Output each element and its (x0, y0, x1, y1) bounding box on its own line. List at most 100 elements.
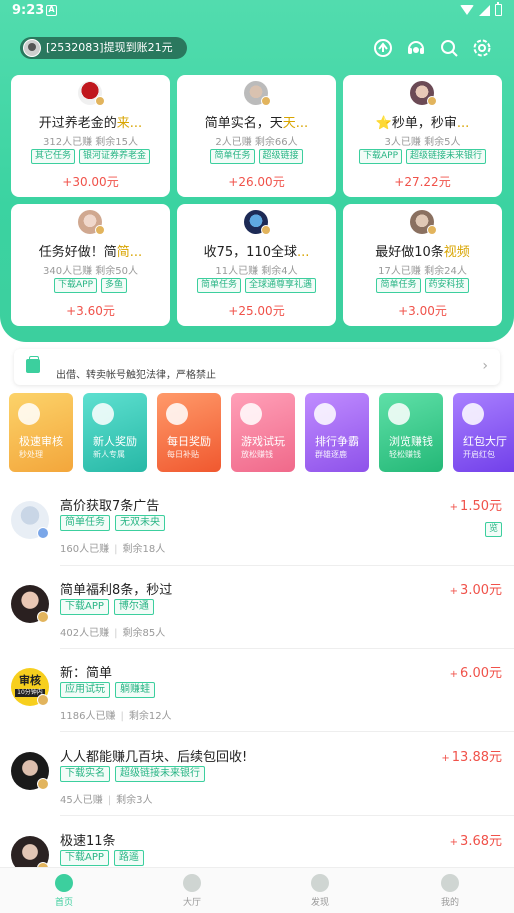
category-sub: 秒处理 (19, 450, 43, 459)
verified-badge-icon (37, 611, 49, 623)
category-sub: 群雄逐鹿 (315, 450, 347, 459)
customer-service-icon[interactable] (405, 37, 426, 58)
search-icon[interactable] (438, 37, 459, 58)
task-title: ⭐秒单，秒审... (375, 116, 470, 131)
task-tag: 超级链接未来银行 (406, 149, 487, 164)
task-tag: 多鱼 (101, 278, 128, 293)
task-meta: 160人已赚 | 剩余18人 (60, 544, 166, 555)
chevron-right-icon: › (482, 358, 488, 374)
task-meta: 45人已赚 | 剩余3人 (60, 795, 153, 806)
task-tags: 下载APP 路遥 (60, 850, 144, 866)
featured-task-card[interactable]: 开过养老金的来... 312人已赚 剩余15人 其它任务 银河证券养老金 +30… (11, 75, 170, 197)
category-ranking[interactable]: 排行争霸 群雄逐鹿 (305, 393, 369, 472)
task-price: +13.88元 (441, 750, 502, 765)
withdraw-ticker[interactable]: [2532083]提现到账21元 (20, 37, 187, 59)
task-tag: 超级链接未来银行 (115, 766, 205, 782)
task-tag: 银河证券养老金 (79, 149, 151, 164)
task-tag: 下载APP (358, 149, 402, 164)
category-sub: 每日补贴 (167, 450, 199, 459)
task-tag: 简单任务 (376, 278, 421, 293)
featured-task-card[interactable]: ⭐秒单，秒审... 3人已赚 剩余5人 下载APP 超级链接未来银行 +27.2… (343, 75, 502, 197)
divider (60, 648, 514, 649)
nav-home[interactable]: 首页 (34, 874, 94, 908)
category-label: 游戏试玩 (241, 435, 285, 448)
task-tag: 其它任务 (30, 149, 75, 164)
system-indicators (460, 2, 502, 16)
task-tags: 简单任务 药安科技 (343, 278, 502, 293)
category-label: 新人奖励 (93, 435, 137, 448)
notification-icon: A (46, 5, 57, 16)
task-tags: 下载APP 博尔通 (60, 599, 154, 615)
list-item[interactable]: 审核 10分钟内 新：简单 应用试玩 躺赚蛙 1186人已赚 | 剩余12人 +6.… (0, 662, 514, 722)
task-tag: 博尔通 (113, 599, 154, 615)
nav-label: 发现 (310, 898, 329, 908)
category-fast-review[interactable]: 极速审核 秒处理 (9, 393, 73, 472)
task-tag: 下载APP (53, 278, 97, 293)
settings-icon[interactable] (471, 37, 492, 58)
list-item[interactable]: 极速11条 下载APP 路遥 +3.68元 (0, 830, 514, 867)
screen: { "status_bar": { "time": "9:23", "notif… (0, 0, 514, 913)
category-newbie-reward[interactable]: 新人奖励 新人专属 (83, 393, 147, 472)
featured-task-card[interactable]: 任务好做！简简... 340人已赚 剩余50人 下载APP 多鱼 +3.60元 (11, 204, 170, 326)
trophy-icon (314, 403, 336, 425)
task-price: +25.00元 (228, 304, 285, 318)
nav-profile[interactable]: 我的 (420, 874, 480, 908)
task-tag: 下载实名 (60, 766, 110, 782)
list-item[interactable]: 人人都能赚几百块、后续包回收! 下载实名 超级链接未来银行 45人已赚 | 剩余3人… (0, 746, 514, 806)
task-title: 最好做10条视频 (375, 245, 470, 260)
notice-bar[interactable]: 出借、转卖帐号触犯法律，严格禁止 › (14, 349, 500, 385)
battery-icon (495, 2, 502, 16)
gift-icon (462, 403, 484, 425)
category-daily-reward[interactable]: 每日奖励 每日补贴 (157, 393, 221, 472)
task-price: +3.60元 (66, 304, 115, 318)
task-price: +30.00元 (62, 175, 119, 189)
featured-task-card[interactable]: 最好做10条视频 17人已赚 剩余24人 简单任务 药安科技 +3.00元 (343, 204, 502, 326)
category-game-trial[interactable]: 游戏试玩 放松赚钱 (231, 393, 295, 472)
task-title: 简单福利8条，秒过 (60, 583, 173, 598)
nav-label: 大厅 (182, 898, 201, 908)
share-icon[interactable] (372, 37, 393, 58)
divider (60, 731, 514, 732)
task-tag: 药安科技 (424, 278, 469, 293)
category-label: 浏览赚钱 (389, 435, 433, 448)
task-meta: 340人已赚 剩余50人 (42, 266, 138, 277)
wifi-icon (460, 5, 474, 15)
task-meta: 3人已赚 剩余5人 (384, 137, 461, 148)
task-meta: 402人已赚 | 剩余85人 (60, 628, 166, 639)
hall-icon (183, 874, 201, 892)
category-label: 红包大厅 (463, 435, 507, 448)
task-price: +3.00元 (449, 583, 502, 598)
task-meta: 312人已赚 剩余15人 (42, 137, 138, 148)
category-sub: 放松赚钱 (241, 450, 273, 459)
piggy-bank-icon (388, 403, 410, 425)
list-item[interactable]: 高价获取7条广告 简单任务 无双未央 160人已赚 | 剩余18人 +1.50元 览 (0, 495, 514, 555)
divider (60, 815, 514, 816)
task-meta: 2人已赚 剩余66人 (215, 137, 298, 148)
nav-discover[interactable]: 发现 (290, 874, 350, 908)
category-red-packet[interactable]: 红包大厅 开启红包 (453, 393, 514, 472)
profile-icon (441, 874, 459, 892)
featured-task-card[interactable]: 简单实名，天天... 2人已赚 剩余66人 简单任务 超级链接 +26.00元 (177, 75, 336, 197)
task-meta: 1186人已赚 | 剩余12人 (60, 711, 172, 722)
divider (60, 565, 514, 566)
task-tag: 应用试玩 (60, 682, 110, 698)
task-title: 简单实名，天天... (204, 116, 309, 131)
nav-label: 首页 (54, 898, 73, 908)
header-actions (372, 37, 492, 58)
category-sub: 新人专属 (93, 450, 125, 459)
nav-hall[interactable]: 大厅 (162, 874, 222, 908)
verified-badge-icon (95, 225, 105, 235)
list-item[interactable]: 简单福利8条，秒过 下载APP 博尔通 402人已赚 | 剩余85人 +3.00元 (0, 579, 514, 639)
category-browse-earn[interactable]: 浏览赚钱 轻松赚钱 (379, 393, 443, 472)
task-price: +6.00元 (449, 666, 502, 681)
task-title: 任务好做！简简... (38, 245, 143, 260)
verified-badge-icon (427, 225, 437, 235)
status-bar: 9:23 A (0, 0, 514, 22)
task-tag: 全球通尊享礼遇 (245, 278, 317, 293)
task-title: 收75，110全球... (203, 245, 310, 260)
verified-badge-icon (427, 96, 437, 106)
featured-task-card[interactable]: 收75，110全球... 11人已赚 剩余4人 简单任务 全球通尊享礼遇 +25… (177, 204, 336, 326)
task-tag: 下载APP (60, 599, 109, 615)
discover-icon (311, 874, 329, 892)
task-title: 新：简单 (60, 666, 113, 681)
